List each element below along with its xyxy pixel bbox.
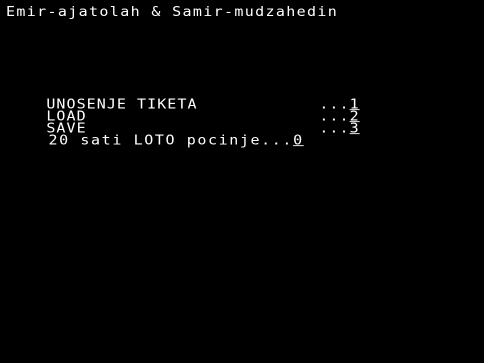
terminal-screen: Emir-ajatolah & Samir-mudzahedin UNOSENJ…: [0, 0, 484, 363]
menu-item-key: 0: [293, 131, 304, 148]
program-title: Emir-ajatolah & Samir-mudzahedin: [6, 3, 339, 20]
menu-item-loto-start[interactable]: 20 sati LOTO pocinje...0: [6, 120, 304, 161]
menu-item-dots: ...: [319, 119, 350, 136]
menu-item-label: 20 sati LOTO pocinje: [48, 131, 262, 148]
menu-item-dots: ...: [261, 131, 294, 148]
menu-item-key: 3: [349, 119, 360, 136]
